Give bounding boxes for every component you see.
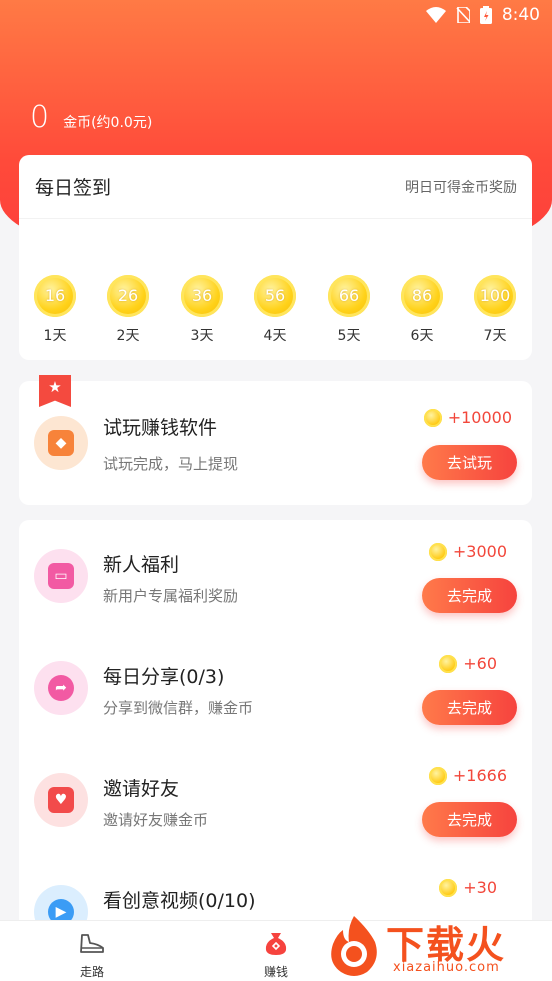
task-item-daily-share: ➦ 每日分享(0/3) 分享到微信群，赚金币 +60 去完成 [19, 632, 532, 744]
coin-icon: 86 [401, 275, 443, 317]
coin-icon [439, 878, 458, 897]
tab-walk[interactable]: 走路 [52, 929, 132, 980]
cube-icon: ◆ [34, 416, 88, 470]
coin-icon [423, 408, 442, 427]
task-title: 每日分享(0/3) [103, 666, 225, 688]
day-label: 5天 [337, 328, 361, 344]
daily-signin-card: 每日签到 明日可得金币奖励 16 1天 26 2天 36 3天 56 4天 66… [19, 155, 532, 360]
day-label: 2天 [116, 328, 140, 344]
trial-subtitle: 试玩完成，马上提现 [103, 455, 239, 473]
task-item-new-user: ▭ 新人福利 新用户专属福利奖励 +3000 去完成 [19, 520, 532, 632]
day-label: 7天 [483, 328, 507, 344]
task-reward: +60 [439, 654, 497, 673]
signin-day[interactable]: 100 7天 [465, 275, 525, 345]
coin-icon: 26 [107, 275, 149, 317]
reward-value: +30 [463, 878, 497, 897]
signin-day[interactable]: 56 4天 [245, 275, 305, 345]
day-label: 6天 [410, 328, 434, 344]
task-reward: +3000 [428, 542, 507, 561]
coin-balance: 0 金币(约0.0元) [30, 100, 152, 135]
try-play-button[interactable]: 去试玩 [422, 445, 517, 480]
signin-day[interactable]: 26 2天 [98, 275, 158, 345]
complete-button[interactable]: 去完成 [422, 802, 517, 837]
day-label: 3天 [190, 328, 214, 344]
battery-icon [479, 6, 492, 24]
reward-value: +3000 [452, 542, 507, 561]
status-bar: 8:40 [0, 0, 552, 32]
coin-icon: 100 [474, 275, 516, 317]
coin-icon [428, 542, 447, 561]
watermark-url: xiazaihuo.com [393, 960, 500, 975]
flame-logo-icon [331, 916, 377, 976]
task-item-invite: ♥ 邀请好友 邀请好友赚金币 +1666 去完成 [19, 744, 532, 856]
sim-icon [456, 7, 470, 23]
coin-icon: 56 [254, 275, 296, 317]
task-subtitle: 新用户专属福利奖励 [103, 587, 239, 605]
signin-days: 16 1天 26 2天 36 3天 56 4天 66 5天 86 6天 100 … [19, 275, 532, 355]
complete-button[interactable]: 去完成 [422, 690, 517, 725]
day-label: 1天 [43, 328, 67, 344]
signin-day[interactable]: 66 5天 [319, 275, 379, 345]
signin-tip: 明日可得金币奖励 [405, 179, 517, 196]
day-label: 4天 [263, 328, 287, 344]
status-time: 8:40 [501, 5, 540, 25]
reward-value: +1666 [452, 766, 507, 785]
signin-day[interactable]: 86 6天 [392, 275, 452, 345]
coin-icon [428, 766, 447, 785]
signin-title: 每日签到 [35, 177, 112, 199]
star-bookmark-icon: ★ [39, 375, 71, 407]
trial-title: 试玩赚钱软件 [103, 417, 218, 439]
sneaker-icon [80, 934, 104, 953]
signin-header: 每日签到 明日可得金币奖励 [19, 155, 532, 219]
task-reward: +1666 [428, 766, 507, 785]
signin-day[interactable]: 16 1天 [25, 275, 85, 345]
signin-day[interactable]: 36 3天 [172, 275, 232, 345]
task-title: 看创意视频(0/10) [103, 890, 256, 912]
task-subtitle: 邀请好友赚金币 [103, 811, 209, 829]
tab-earn[interactable]: 赚钱 [236, 929, 316, 980]
balance-value: 0 [30, 100, 50, 135]
trial-reward: +10000 [423, 408, 512, 427]
task-title: 新人福利 [103, 554, 180, 576]
trial-app-card: ★ ◆ 试玩赚钱软件 试玩完成，马上提现 +10000 去试玩 [19, 375, 532, 505]
watermark-logo: 下载火 xiazaihuo.com [321, 910, 546, 981]
coin-icon: 36 [181, 275, 223, 317]
complete-button[interactable]: 去完成 [422, 578, 517, 613]
reward-value: +10000 [447, 408, 512, 427]
coin-icon: 66 [328, 275, 370, 317]
invite-icon: ♥ [34, 773, 88, 827]
tab-earn-label: 赚钱 [263, 965, 288, 979]
balance-label: 金币(约0.0元) [63, 115, 153, 131]
reward-value: +60 [463, 654, 497, 673]
money-bag-icon [265, 933, 287, 955]
task-subtitle: 分享到微信群，赚金币 [103, 699, 254, 717]
gift-icon: ▭ [34, 549, 88, 603]
task-reward: +30 [439, 878, 497, 897]
share-icon: ➦ [34, 661, 88, 715]
tab-walk-label: 走路 [79, 965, 104, 979]
task-title: 邀请好友 [103, 778, 180, 800]
coin-icon: 16 [34, 275, 76, 317]
wifi-icon [425, 7, 446, 23]
coin-icon [439, 654, 458, 673]
task-list-card: ▭ 新人福利 新用户专属福利奖励 +3000 去完成 ➦ 每日分享(0/3) 分… [19, 520, 532, 940]
